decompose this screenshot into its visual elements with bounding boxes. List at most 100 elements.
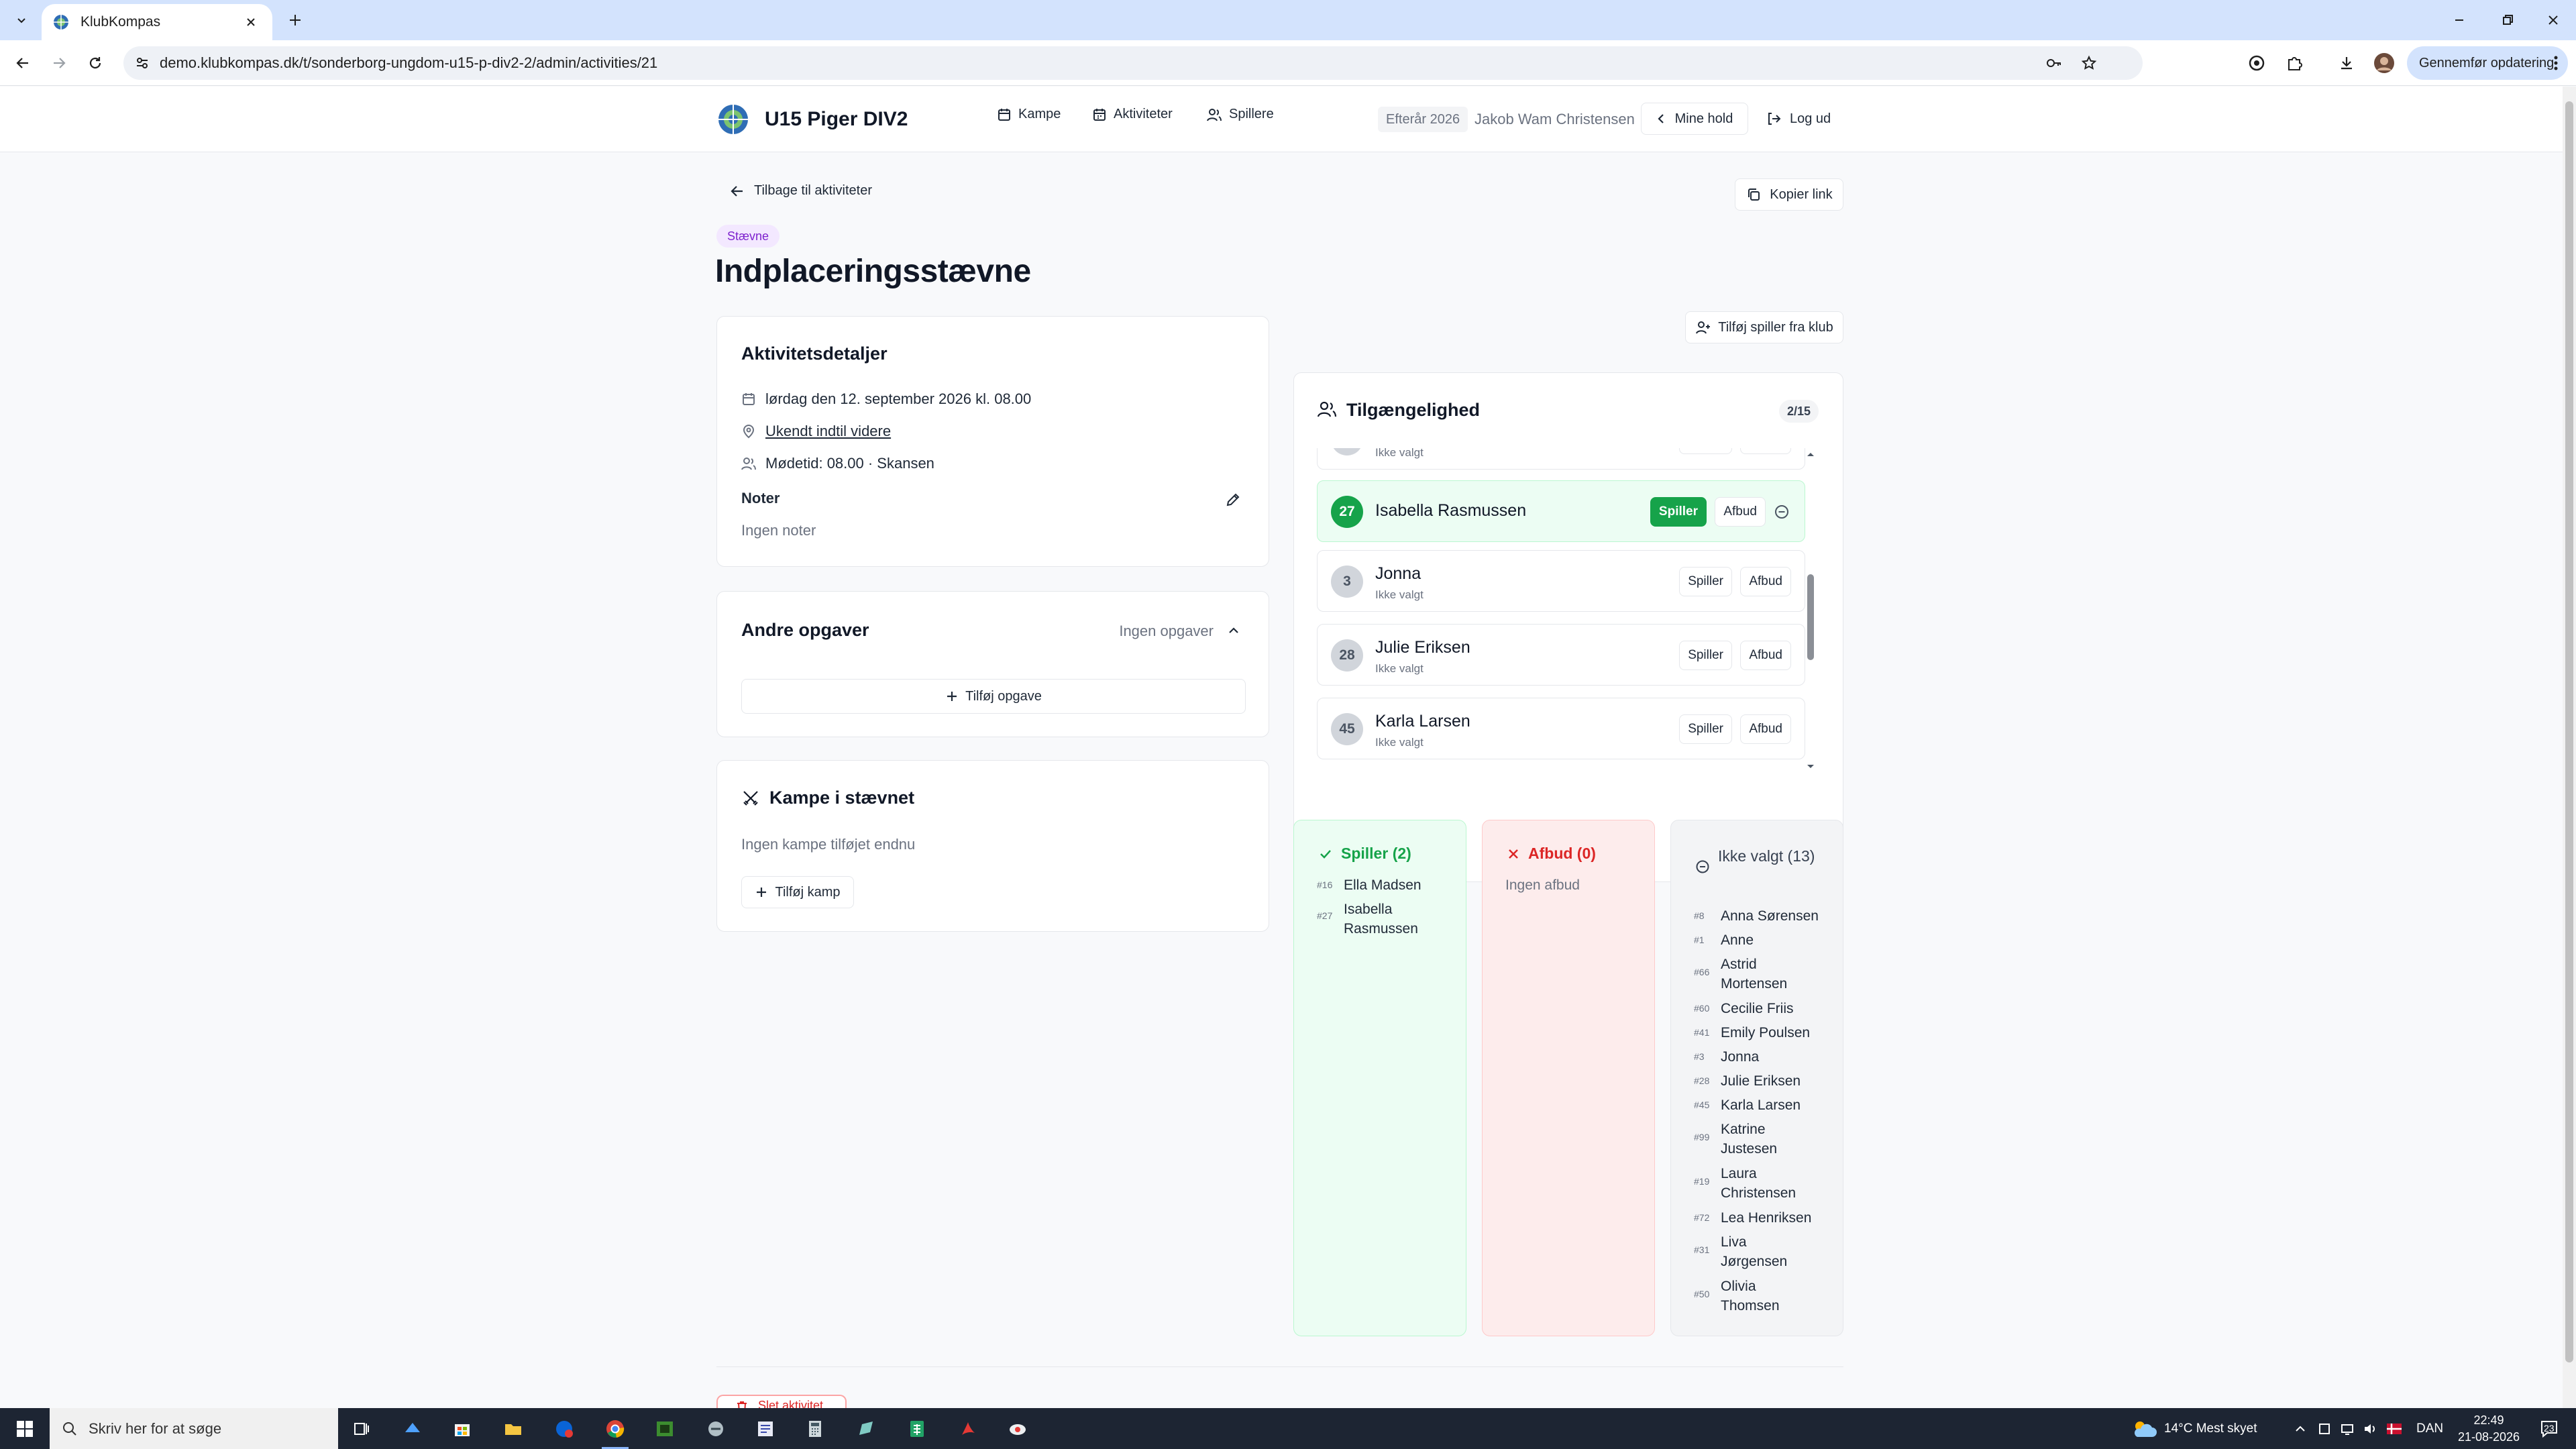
window-restore-icon[interactable] [2482, 0, 2533, 40]
summary-not-selected-heading-text: Ikke valgt (13) [1718, 847, 1815, 865]
absent-button[interactable]: Afbud [1740, 567, 1791, 596]
clear-selection-minus-circle-icon[interactable] [1774, 504, 1790, 520]
my-teams-button[interactable]: Mine hold [1641, 103, 1748, 135]
extensions-puzzle-icon[interactable] [2281, 50, 2308, 76]
brand[interactable]: U15 Piger DIV2 [716, 103, 908, 136]
detail-date: lørdag den 12. september 2026 kl. 08.00 [741, 390, 1031, 408]
availability-row: 27 Isabella Rasmussen Spiller Afbud [1317, 480, 1805, 542]
reload-icon[interactable] [82, 50, 109, 76]
task-view-icon[interactable] [349, 1416, 374, 1442]
add-match-button[interactable]: Tilføj kamp [741, 876, 854, 908]
player-number: #99 [1694, 1132, 1710, 1142]
absent-button[interactable]: Afbud [1740, 641, 1791, 670]
tray-display-icon[interactable] [2334, 1416, 2360, 1442]
logout-button[interactable]: Log ud [1766, 111, 1831, 127]
windows-start-icon[interactable] [12, 1416, 38, 1442]
user-plus-icon [1696, 321, 1711, 334]
language-flag-icon[interactable] [2381, 1416, 2407, 1442]
terminal-app-icon[interactable] [652, 1416, 678, 1442]
summary-not-selected-item: #19 Laura Christensen [1694, 1164, 1832, 1203]
more-vertical-icon[interactable] [2553, 54, 2559, 72]
player-button[interactable]: Spiller [1679, 714, 1732, 744]
tab-close-icon[interactable] [240, 11, 262, 33]
back-arrow-icon[interactable] [9, 50, 36, 76]
player-number: #16 [1317, 879, 1333, 890]
text-editor-icon[interactable] [753, 1416, 778, 1442]
weather-text[interactable]: 14°C Mest skyet [2164, 1421, 2257, 1436]
nav-players[interactable]: Spillere [1206, 107, 1274, 122]
availability-scrollbar[interactable] [1807, 451, 1814, 770]
player-number: #1 [1694, 934, 1705, 945]
notepad-icon[interactable] [853, 1416, 879, 1442]
spreadsheet-icon[interactable] [904, 1416, 930, 1442]
taskbar-app-icon[interactable] [703, 1416, 729, 1442]
taskbar-app-icon[interactable] [400, 1416, 425, 1442]
add-player-from-club-button[interactable]: Tilføj spiller fra klub [1685, 311, 1843, 343]
page-title: Indplaceringsstævne [715, 254, 1031, 289]
window-close-icon[interactable] [2528, 0, 2576, 40]
absent-button[interactable]: Afbud [1715, 497, 1766, 527]
player-button[interactable]: Spiller [1679, 641, 1732, 670]
profile-avatar-icon[interactable] [2371, 50, 2398, 76]
player-number: #3 [1694, 1051, 1705, 1062]
back-label: Tilbage til aktiviteter [754, 183, 872, 198]
chrome-icon[interactable] [602, 1416, 628, 1442]
taskbar-search[interactable]: Skriv her for at søge [50, 1408, 338, 1449]
window-minimize-icon[interactable] [2434, 0, 2485, 40]
mail-app-icon[interactable] [551, 1416, 577, 1442]
detail-location: Ukendt indtil videre [741, 423, 891, 440]
tray-device-icon[interactable] [2312, 1416, 2337, 1442]
player-button[interactable]: Spiller [1679, 448, 1732, 454]
clock-date[interactable]: 21-08-2026 [2453, 1430, 2525, 1444]
keyboard-language[interactable]: DAN [2416, 1421, 2443, 1436]
location-link[interactable]: Ukendt indtil videre [765, 423, 891, 440]
password-key-icon[interactable] [2043, 52, 2065, 74]
browser-tab[interactable]: KlubKompas [42, 4, 272, 40]
bookmark-star-icon[interactable] [2078, 52, 2100, 74]
page-scrollbar-thumb[interactable] [2565, 101, 2573, 1362]
summary-not-selected-item: #72 Lea Henriksen [1694, 1208, 1832, 1228]
summary-player-item: #27 Isabella Rasmussen [1317, 900, 1451, 938]
site-info-icon[interactable] [131, 52, 153, 74]
delete-activity-button[interactable]: Slet aktivitet [716, 1395, 847, 1408]
pdf-reader-icon[interactable] [955, 1416, 981, 1442]
extension-circle-icon[interactable] [2243, 50, 2270, 76]
clock-time[interactable]: 22:49 [2455, 1413, 2522, 1428]
player-button-active[interactable]: Spiller [1650, 497, 1707, 527]
edit-notes-pencil-icon[interactable] [1224, 491, 1242, 508]
taskbar-app-icon[interactable] [1005, 1416, 1030, 1442]
player-number: #31 [1694, 1244, 1710, 1255]
copy-link-button[interactable]: Kopier link [1735, 178, 1843, 211]
weather-cloud-icon[interactable] [2129, 1416, 2159, 1442]
browser-update-button[interactable]: Gennemfør opdatering [2407, 46, 2568, 80]
plus-icon [947, 692, 957, 701]
calculator-icon[interactable] [802, 1416, 828, 1442]
player-number: #66 [1694, 967, 1710, 977]
microsoft-store-icon[interactable] [449, 1416, 475, 1442]
forward-arrow-icon[interactable] [46, 50, 72, 76]
tab-title: KlubKompas [80, 14, 161, 30]
file-explorer-icon[interactable] [500, 1416, 526, 1442]
new-tab-plus-icon[interactable] [282, 7, 309, 34]
absent-button[interactable]: Afbud [1740, 714, 1791, 744]
collapse-chevron-up-icon[interactable] [1227, 624, 1240, 637]
downloads-icon[interactable] [2333, 50, 2360, 76]
player-number: #28 [1694, 1075, 1710, 1086]
nav-activities[interactable]: Aktiviteter [1092, 107, 1173, 122]
nav-matches[interactable]: Kampe [997, 107, 1061, 122]
summary-not-selected-item: #50 Olivia Thomsen [1694, 1277, 1832, 1316]
tray-chevron-up-icon[interactable] [2288, 1416, 2313, 1442]
absent-button[interactable]: Afbud [1740, 448, 1791, 454]
nav-players-label: Spillere [1229, 107, 1274, 121]
tab-search-chevron-icon[interactable] [8, 7, 35, 34]
volume-icon[interactable] [2357, 1416, 2383, 1442]
page-scrollbar[interactable] [2563, 87, 2576, 1408]
crossed-swords-icon [741, 789, 760, 808]
address-bar[interactable]: demo.klubkompas.dk/t/sonderborg-ungdom-u… [123, 46, 2143, 80]
summary-not-selected-item: #41 Emily Poulsen [1694, 1023, 1832, 1042]
scrollbar-thumb[interactable] [1807, 574, 1814, 660]
add-task-button[interactable]: Tilføj opgave [741, 679, 1246, 714]
back-to-activities-link[interactable]: Tilbage til aktiviteter [730, 183, 872, 199]
player-button[interactable]: Spiller [1679, 567, 1732, 596]
nav-activities-label: Aktiviteter [1114, 107, 1173, 121]
